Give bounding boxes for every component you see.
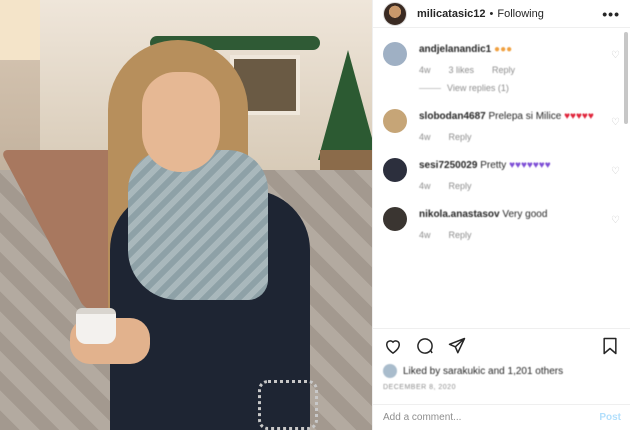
photo-bag-strap [258,380,318,430]
header-separator: • [489,7,494,20]
post-header: milicatasic12 • Following ••• [373,0,630,28]
comment-time[interactable]: 4w [419,230,431,240]
comment-like-heart-icon[interactable]: ♡ [611,166,620,177]
post-photo[interactable] [0,0,372,430]
photo-person-face [142,72,220,172]
comment-time[interactable]: 4w [419,132,431,142]
post-sidebar: milicatasic12 • Following ••• andjelanan… [372,0,630,430]
comment-reply-button[interactable]: Reply [449,230,472,240]
commenter-username[interactable]: sesi7250029 [419,160,477,171]
comment-time[interactable]: 4w [419,181,431,191]
commenter-username[interactable]: slobodan4687 [419,111,486,122]
comment-reply-button[interactable]: Reply [449,181,472,191]
comment-text: Very good [502,209,548,220]
comments-list: andjelanandic1 ●●● 4w 3 likes Reply View… [373,28,630,328]
comment-emoji: ●●● [494,44,513,55]
liker-avatar [383,364,397,378]
commenter-avatar[interactable] [383,42,407,66]
add-comment-input[interactable] [383,412,600,423]
add-comment-bar: Post [373,404,630,430]
comments-scrollbar[interactable] [624,32,628,124]
comment-icon [417,337,433,354]
comment-button[interactable] [415,336,435,356]
comment-text: Prelepa si Milice [488,111,562,122]
comment-like-heart-icon[interactable]: ♡ [611,50,620,61]
comment-like-heart-icon[interactable]: ♡ [611,215,620,226]
commenter-avatar[interactable] [383,207,407,231]
comment-emoji: ♥♥♥♥♥ [564,111,594,122]
commenter-avatar[interactable] [383,109,407,133]
commenter-username[interactable]: andjelanandic1 [419,44,491,55]
commenter-username[interactable]: nikola.anastasov [419,209,500,220]
photo-person-scarf [128,150,268,300]
likes-summary[interactable]: Liked by sarakukic and 1,201 others [373,362,630,380]
comment-reply-button[interactable]: Reply [449,132,472,142]
comment-emoji: ♥♥♥♥♥♥♥ [509,160,551,171]
photo-christmas-tree [318,50,372,160]
heart-icon [385,339,401,354]
view-replies-button[interactable]: View replies (1) [419,83,609,93]
comment-like-heart-icon[interactable]: ♡ [611,117,620,128]
author-avatar[interactable] [383,1,407,26]
commenter-avatar[interactable] [383,158,407,182]
comment-text: Pretty [480,160,507,171]
comment-reply-button[interactable]: Reply [492,65,515,75]
share-icon [448,337,466,353]
photo-coffee-cup [76,308,116,344]
save-button[interactable] [600,336,620,356]
comment-item: andjelanandic1 ●●● 4w 3 likes Reply View… [383,42,620,93]
bookmark-icon [603,337,617,354]
view-replies-line [419,87,441,89]
post-date[interactable]: DECEMBER 8, 2020 [373,380,630,398]
more-options-icon[interactable]: ••• [602,6,620,22]
comment-time[interactable]: 4w [419,65,431,75]
comment-item: slobodan4687 Prelepa si Milice ♥♥♥♥♥ 4w … [383,109,620,142]
comment-item: nikola.anastasov Very good 4w Reply ♡ [383,207,620,240]
likes-text: Liked by sarakukic and 1,201 others [403,365,564,377]
share-button[interactable] [447,336,467,356]
comment-likes-count[interactable]: 3 likes [449,65,475,75]
post-comment-button[interactable]: Post [599,412,621,423]
comment-item: sesi7250029 Pretty ♥♥♥♥♥♥♥ 4w Reply ♡ [383,158,620,191]
view-replies-label: View replies (1) [447,83,509,93]
following-button[interactable]: Following [497,8,543,20]
author-username[interactable]: milicatasic12 [417,8,486,20]
post-actions-bar [373,328,630,362]
like-button[interactable] [383,336,403,356]
